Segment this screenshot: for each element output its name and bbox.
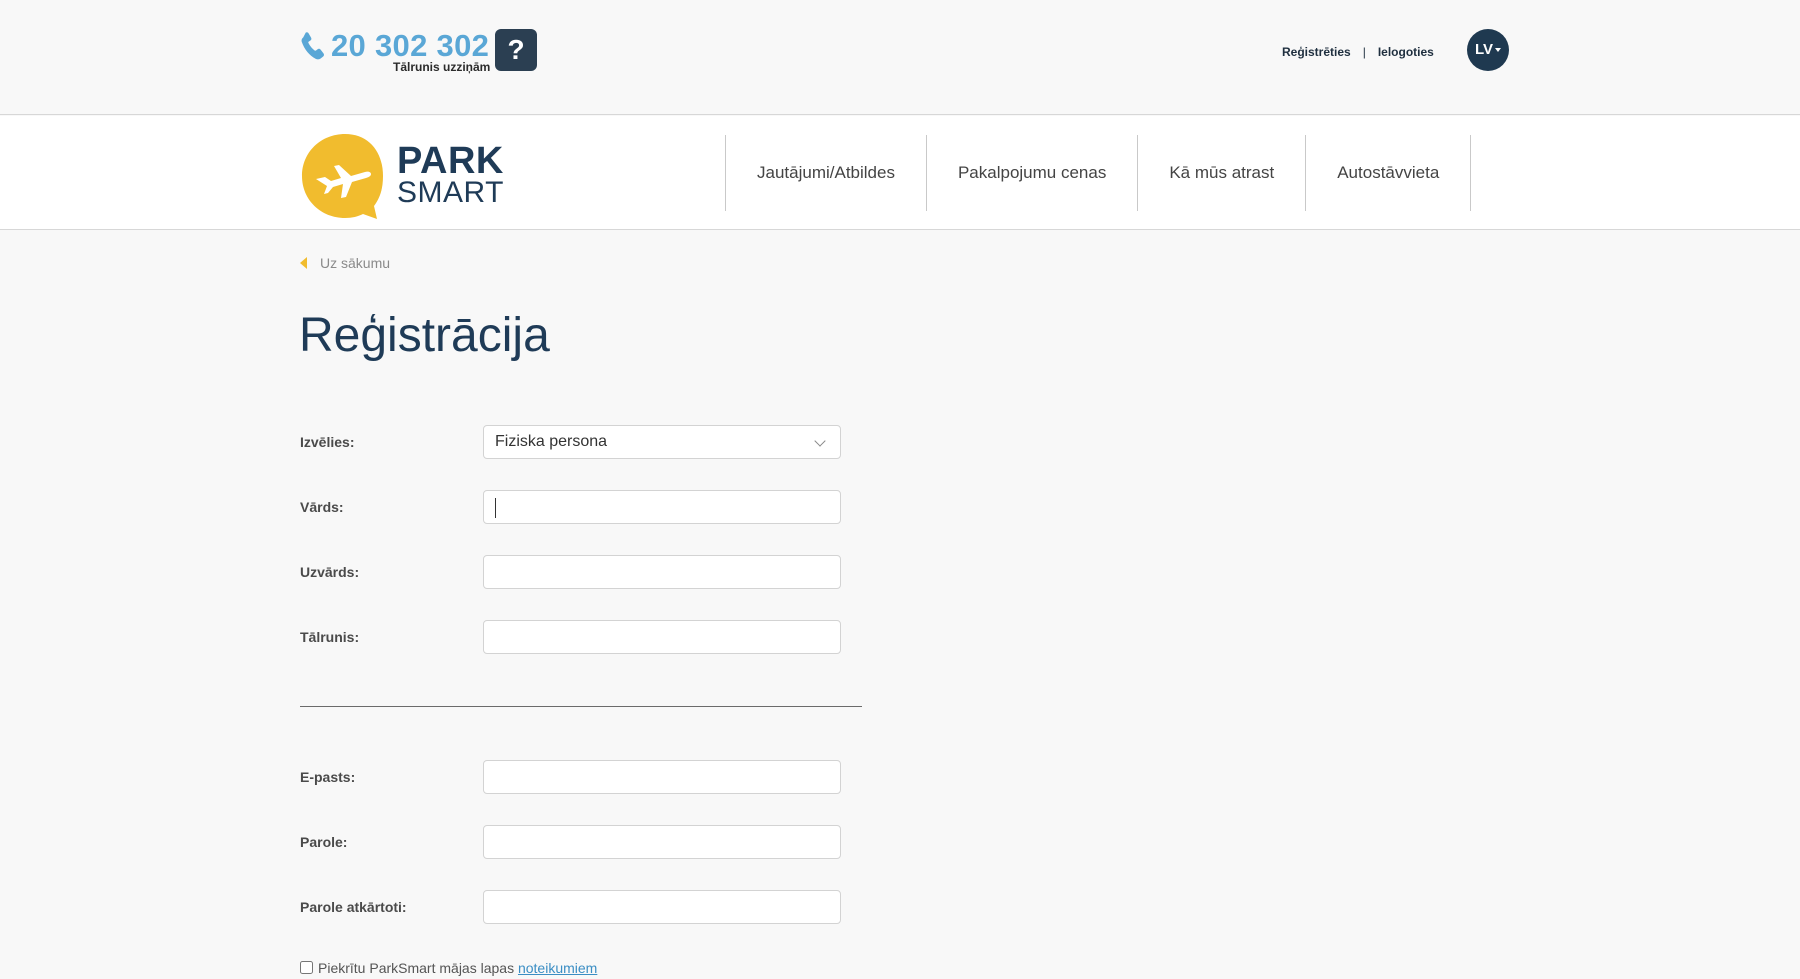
nav-item-parking[interactable]: Autostāvvieta [1305, 135, 1472, 211]
plane-logo-icon [302, 134, 383, 219]
terms-row: Piekrītu ParkSmart mājas lapas noteikumi… [300, 960, 597, 976]
logo[interactable]: PARK SMART [300, 132, 510, 222]
terms-checkbox[interactable] [300, 961, 313, 974]
nav-item-faq[interactable]: Jautājumi/Atbildes [725, 135, 926, 211]
nav-menu: Jautājumi/Atbildes Pakalpojumu cenas Kā … [725, 135, 1472, 211]
last-name-label: Uzvārds: [300, 564, 360, 580]
phone-icon [301, 32, 324, 60]
logo-text-smart: SMART [397, 176, 504, 209]
main-navbar: PARK SMART Jautājumi/Atbildes Pakalpojum… [0, 116, 1800, 230]
first-name-label: Vārds: [300, 499, 344, 515]
nav-item-location[interactable]: Kā mūs atrast [1137, 135, 1305, 211]
top-bar: 20 302 302 Tālrunis uzziņām ? Reģistrēti… [0, 0, 1800, 115]
help-button[interactable]: ? [495, 29, 537, 71]
password-label: Parole: [300, 834, 348, 850]
auth-separator: | [1362, 45, 1366, 59]
nav-item-prices[interactable]: Pakalpojumu cenas [925, 135, 1137, 211]
first-name-input[interactable] [483, 490, 841, 524]
email-label: E-pasts: [300, 769, 356, 785]
type-label: Izvēlies: [300, 434, 355, 450]
form-divider [300, 706, 862, 707]
password-repeat-input[interactable] [483, 890, 841, 924]
email-input[interactable] [483, 760, 841, 794]
text-cursor [495, 498, 496, 518]
page-title: Reģistrācija [299, 309, 550, 362]
language-selector[interactable]: LV [1467, 29, 1509, 71]
person-type-value: Fiziska persona [495, 433, 608, 450]
phone-number[interactable]: 20 302 302 [331, 28, 489, 64]
login-link[interactable]: Ielogoties [1378, 45, 1434, 59]
phone-label: Tālrunis: [300, 629, 360, 645]
terms-link[interactable]: noteikumiem [518, 960, 597, 976]
password-repeat-label: Parole atkārtoti: [300, 899, 407, 915]
back-arrow-icon [300, 257, 307, 269]
auth-links: Reģistrēties | Ielogoties [1282, 45, 1434, 59]
password-input[interactable] [483, 825, 841, 859]
phone-subtitle: Tālrunis uzziņām [393, 60, 491, 74]
chevron-down-icon [814, 435, 826, 447]
breadcrumb-back[interactable]: Uz sākumu [300, 255, 390, 271]
register-link[interactable]: Reģistrēties [1282, 45, 1351, 59]
breadcrumb-label: Uz sākumu [320, 255, 391, 271]
last-name-input[interactable] [483, 555, 841, 589]
phone-input[interactable] [483, 620, 841, 654]
terms-text: Piekrītu ParkSmart mājas lapas [318, 960, 515, 976]
language-label: LV [1474, 41, 1494, 58]
chevron-down-icon [1495, 48, 1502, 53]
person-type-select[interactable]: Fiziska persona [483, 425, 841, 459]
